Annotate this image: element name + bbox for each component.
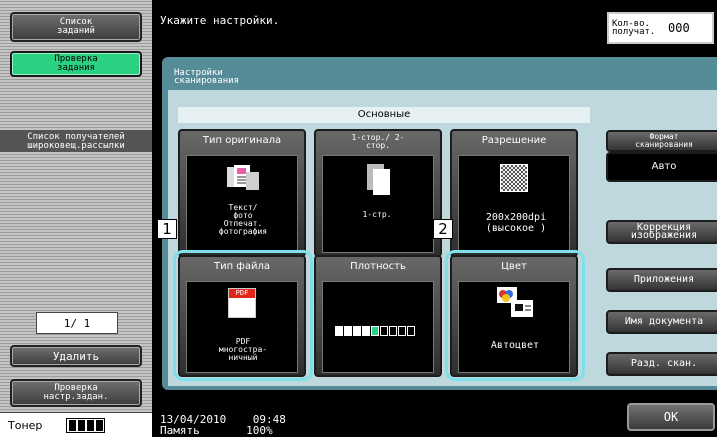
density-cell [335, 326, 343, 336]
file-type-body: PDF PDF многостра- ничный [186, 281, 298, 373]
recipient-count-value: 000 [668, 21, 690, 35]
settings-area: Основные Тип оригинала Текст/ фото Отпеч… [157, 90, 717, 386]
color-body: Автоцвет [458, 281, 570, 373]
scan-format-title: Формат сканирования [606, 130, 717, 152]
image-correction-button[interactable]: Коррекция изображения [606, 220, 717, 244]
separate-scan-button[interactable]: Разд. скан. [606, 352, 717, 376]
panel-title: Настройки сканирования [174, 68, 254, 86]
ok-label: OK [663, 410, 679, 424]
document-name-label: Имя документа [624, 316, 704, 327]
copier-screen: Список заданий Проверка задания Список п… [0, 0, 717, 437]
basic-header: Основные [178, 107, 590, 123]
original-type-button[interactable]: Тип оригинала Текст/ фото Отпечат. фотог… [178, 129, 306, 257]
single-page-icon [367, 164, 390, 195]
color-button[interactable]: Цвет Автоцвет [450, 255, 578, 377]
separate-scan-label: Разд. скан. [630, 358, 698, 369]
duplex-value: 1-стр. [362, 210, 392, 219]
instruction-message: Укажите настройки. [160, 14, 280, 27]
duplex-title: 1-стор./ 2-стор. [351, 133, 405, 150]
scan-format-value: Авто [651, 161, 677, 172]
duplex-button[interactable]: 1-стор./ 2-стор. 1-стр. [314, 129, 442, 257]
density-scale [335, 326, 415, 336]
delete-button[interactable]: Удалить [10, 345, 142, 367]
density-cell [353, 326, 361, 336]
text-photo-icon [227, 165, 259, 190]
page-indicator-text: 1/ 1 [63, 316, 91, 330]
job-check-label: Проверка задания [54, 54, 98, 73]
density-cell [407, 326, 415, 336]
color-title: Цвет [501, 261, 527, 272]
density-cell [362, 326, 370, 336]
scan-format-title-text: Формат сканирования [635, 132, 693, 149]
resolution-button[interactable]: Разрешение 200x200dpi (высокое ) [450, 129, 578, 257]
file-type-button[interactable]: Тип файла PDF PDF многостра- ничный [178, 255, 306, 377]
density-button[interactable]: Плотность [314, 255, 442, 377]
file-type-value: PDF многостра- ничный [218, 337, 268, 362]
panel-title-text: Настройки сканирования [174, 68, 240, 86]
callout-2: 2 [433, 219, 453, 239]
applications-label: Приложения [633, 274, 695, 285]
memory-label: Память [160, 424, 200, 437]
density-cell [398, 326, 406, 336]
main-area: Укажите настройки. Кол-во. получат. 000 … [152, 0, 717, 437]
color-value: Автоцвет [490, 340, 540, 351]
page-indicator: 1/ 1 [36, 312, 118, 334]
duplex-body: 1-стр. [322, 155, 434, 253]
memory-value: 100% [246, 424, 273, 437]
density-body [322, 281, 434, 373]
original-type-body: Текст/ фото Отпечат. фотография [186, 155, 298, 253]
density-cell [371, 326, 379, 336]
auto-color-icon [497, 287, 533, 317]
toner-label: Тонер [8, 418, 43, 432]
original-type-title: Тип оригинала [202, 135, 282, 146]
job-list-label: Список заданий [57, 17, 95, 36]
job-check-button[interactable]: Проверка задания [10, 51, 142, 77]
file-type-title: Тип файла [213, 261, 271, 272]
recipients-list-label: Список получателей широковещ.рассылки [0, 130, 152, 152]
document-name-button[interactable]: Имя документа [606, 310, 717, 334]
recipient-count-box: Кол-во. получат. 000 [607, 12, 714, 44]
callout-1: 1 [157, 219, 177, 239]
density-cell [344, 326, 352, 336]
delete-label: Удалить [52, 349, 100, 363]
original-type-value: Текст/ фото Отпечат. фотография [218, 203, 268, 236]
check-settings-button[interactable]: Проверка настр.задан. [10, 379, 142, 407]
scan-settings-panel: Настройки сканирования Основные Тип ориг… [157, 57, 717, 390]
density-cell [380, 326, 388, 336]
resolution-value: 200x200dpi (высокое ) [485, 212, 547, 234]
resolution-icon [500, 164, 528, 192]
image-correction-label: Коррекция изображения [630, 222, 698, 241]
density-cell [389, 326, 397, 336]
pdf-icon-text: PDF [229, 289, 255, 298]
toner-indicator: Тонер [0, 412, 152, 437]
scan-format-group: Формат сканирования Авто [598, 128, 717, 186]
ok-button[interactable]: OK [627, 403, 715, 431]
left-panel: Список заданий Проверка задания Список п… [0, 0, 152, 437]
resolution-title: Разрешение [481, 135, 547, 146]
check-settings-label: Проверка настр.задан. [43, 383, 109, 402]
resolution-body: 200x200dpi (высокое ) [458, 155, 570, 253]
density-title: Плотность [350, 261, 406, 272]
toner-level-icon [66, 417, 106, 433]
scan-format-value-button[interactable]: Авто [606, 152, 717, 182]
applications-button[interactable]: Приложения [606, 268, 717, 292]
recipients-text: Список получателей широковещ.рассылки [27, 132, 125, 151]
job-list-button[interactable]: Список заданий [10, 12, 142, 42]
pdf-icon: PDF [228, 288, 256, 318]
status-area: 13/04/2010 09:48 Память 100% [160, 414, 286, 436]
recipient-count-label: Кол-во. получат. [612, 19, 656, 37]
